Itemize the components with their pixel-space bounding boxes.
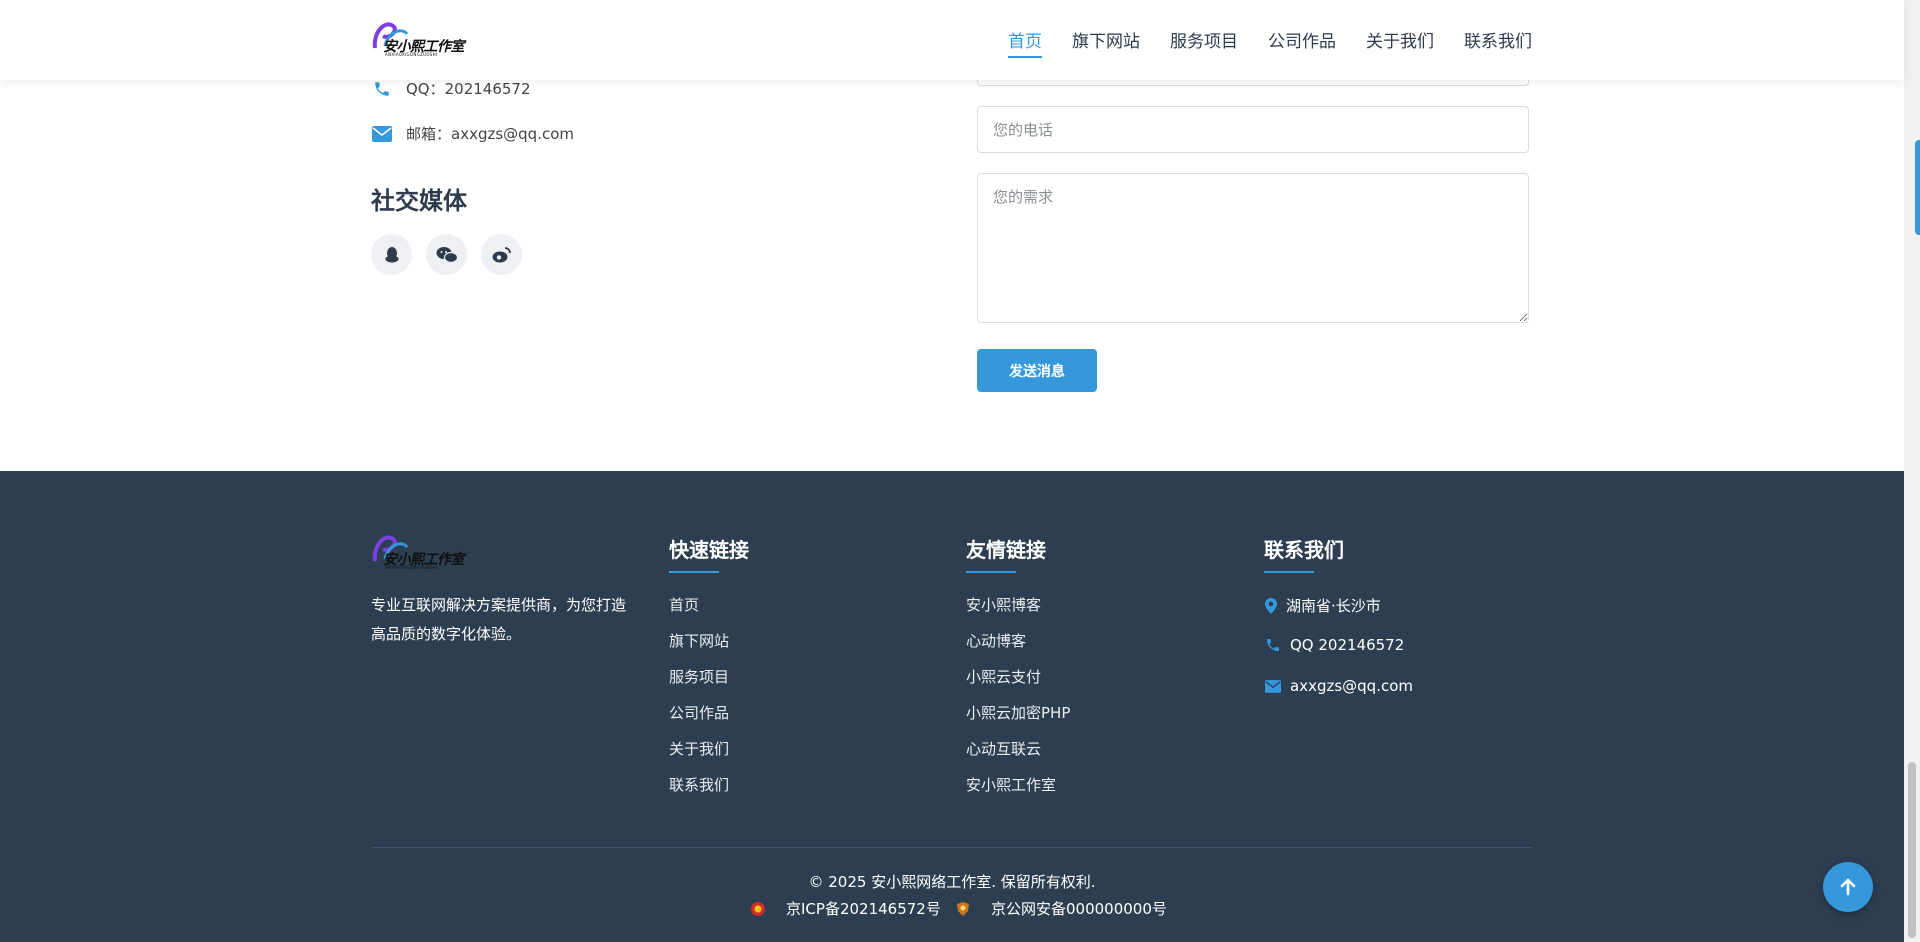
footer-email: axxgzs@qq.com	[1264, 677, 1413, 695]
friend-link[interactable]: 小熙云支付	[966, 667, 1070, 703]
quick-link-services[interactable]: 服务项目	[669, 667, 729, 703]
envelope-icon	[1264, 679, 1282, 693]
quick-links-list: 首页 旗下网站 服务项目 公司作品 关于我们 联系我们	[669, 595, 729, 811]
nav-works[interactable]: 公司作品	[1268, 27, 1336, 58]
phone-input[interactable]	[977, 106, 1529, 153]
footer-description: 专业互联网解决方案提供商，为您打造高品质的数字化体验。	[371, 596, 627, 643]
social-media-title: 社交媒体	[371, 187, 467, 215]
friend-link[interactable]: 心动博客	[966, 631, 1070, 667]
quick-link-home[interactable]: 首页	[669, 595, 729, 631]
site-logo[interactable]: 安小熙工作室 ANXIAOXIGONGZUOSHI	[371, 18, 475, 58]
nav-services[interactable]: 服务项目	[1170, 27, 1238, 58]
qq-icon	[385, 246, 398, 262]
phone-icon	[1264, 637, 1282, 653]
back-to-top-button[interactable]	[1823, 862, 1873, 912]
map-pin-icon	[1264, 597, 1278, 614]
police-badge-icon	[957, 901, 969, 916]
social-qq-button[interactable]	[371, 234, 412, 275]
footer-address: 湖南省·长沙市	[1264, 595, 1381, 616]
icp-text: 京ICP备202146572号	[786, 900, 941, 918]
footer-logo[interactable]: 安小熙工作室 ANXIAOXIGONGZUOSHI	[371, 531, 475, 571]
social-weibo-button[interactable]	[481, 234, 522, 275]
side-widget-tab[interactable]	[1915, 140, 1920, 235]
nav-home[interactable]: 首页	[1008, 27, 1042, 58]
contact-qq-text: QQ：202146572	[406, 80, 531, 98]
friend-link[interactable]: 心动互联云	[966, 739, 1070, 775]
quick-link-about[interactable]: 关于我们	[669, 739, 729, 775]
envelope-icon	[371, 125, 393, 142]
footer-qq: QQ 202146572	[1264, 636, 1404, 654]
contact-email: 邮箱：axxgzs@qq.com	[371, 123, 574, 144]
footer-address-text: 湖南省·长沙市	[1286, 597, 1381, 615]
social-wechat-button[interactable]	[426, 234, 467, 275]
police-record[interactable]: 京公网安备000000000号	[955, 898, 1167, 919]
contact-email-text: 邮箱：axxgzs@qq.com	[406, 125, 575, 143]
friend-link[interactable]: 小熙云加密PHP	[966, 703, 1070, 739]
icp-record[interactable]: 京ICP备202146572号	[750, 898, 941, 919]
friend-link[interactable]: 安小熙博客	[966, 595, 1070, 631]
site-header: 安小熙工作室 ANXIAOXIGONGZUOSHI 首页 旗下网站 服务项目 公…	[0, 0, 1904, 80]
arrow-up-icon	[1840, 878, 1856, 896]
weibo-icon	[492, 246, 511, 262]
footer-email-text[interactable]: axxgzs@qq.com	[1290, 677, 1413, 695]
police-text: 京公网安备000000000号	[991, 900, 1167, 918]
scrollbar-thumb[interactable]	[1908, 762, 1916, 938]
logo-subtext: ANXIAOXIGONGZUOSHI	[385, 52, 438, 57]
quick-link-sites[interactable]: 旗下网站	[669, 631, 729, 667]
wechat-icon	[436, 246, 458, 263]
footer-logo-subtext: ANXIAOXIGONGZUOSHI	[385, 565, 438, 570]
friend-links-list: 安小熙博客 心动博客 小熙云支付 小熙云加密PHP 心动互联云 安小熙工作室	[966, 595, 1070, 811]
nav-about[interactable]: 关于我们	[1366, 27, 1434, 58]
nav-contact[interactable]: 联系我们	[1464, 27, 1532, 58]
copyright-text: © 2025 安小熙网络工作室. 保留所有权利.	[808, 873, 1096, 891]
main-nav: 首页 旗下网站 服务项目 公司作品 关于我们 联系我们	[978, 27, 1532, 58]
footer-contact-title: 联系我们	[1264, 534, 1344, 573]
phone-icon	[371, 80, 393, 98]
friend-links-title: 友情链接	[966, 534, 1046, 573]
site-footer: 安小熙工作室 ANXIAOXIGONGZUOSHI 专业互联网解决方案提供商，为…	[0, 471, 1904, 942]
quick-link-contact[interactable]: 联系我们	[669, 775, 729, 811]
nav-sites[interactable]: 旗下网站	[1072, 27, 1140, 58]
footer-divider	[371, 847, 1533, 848]
national-emblem-icon	[751, 901, 765, 916]
quick-link-works[interactable]: 公司作品	[669, 703, 729, 739]
footer-qq-text: QQ 202146572	[1290, 636, 1405, 654]
friend-link[interactable]: 安小熙工作室	[966, 775, 1070, 811]
contact-qq: QQ：202146572	[371, 78, 531, 99]
send-message-button[interactable]: 发送消息	[977, 349, 1097, 392]
message-textarea[interactable]	[977, 173, 1529, 323]
quick-links-title: 快速链接	[669, 534, 749, 573]
